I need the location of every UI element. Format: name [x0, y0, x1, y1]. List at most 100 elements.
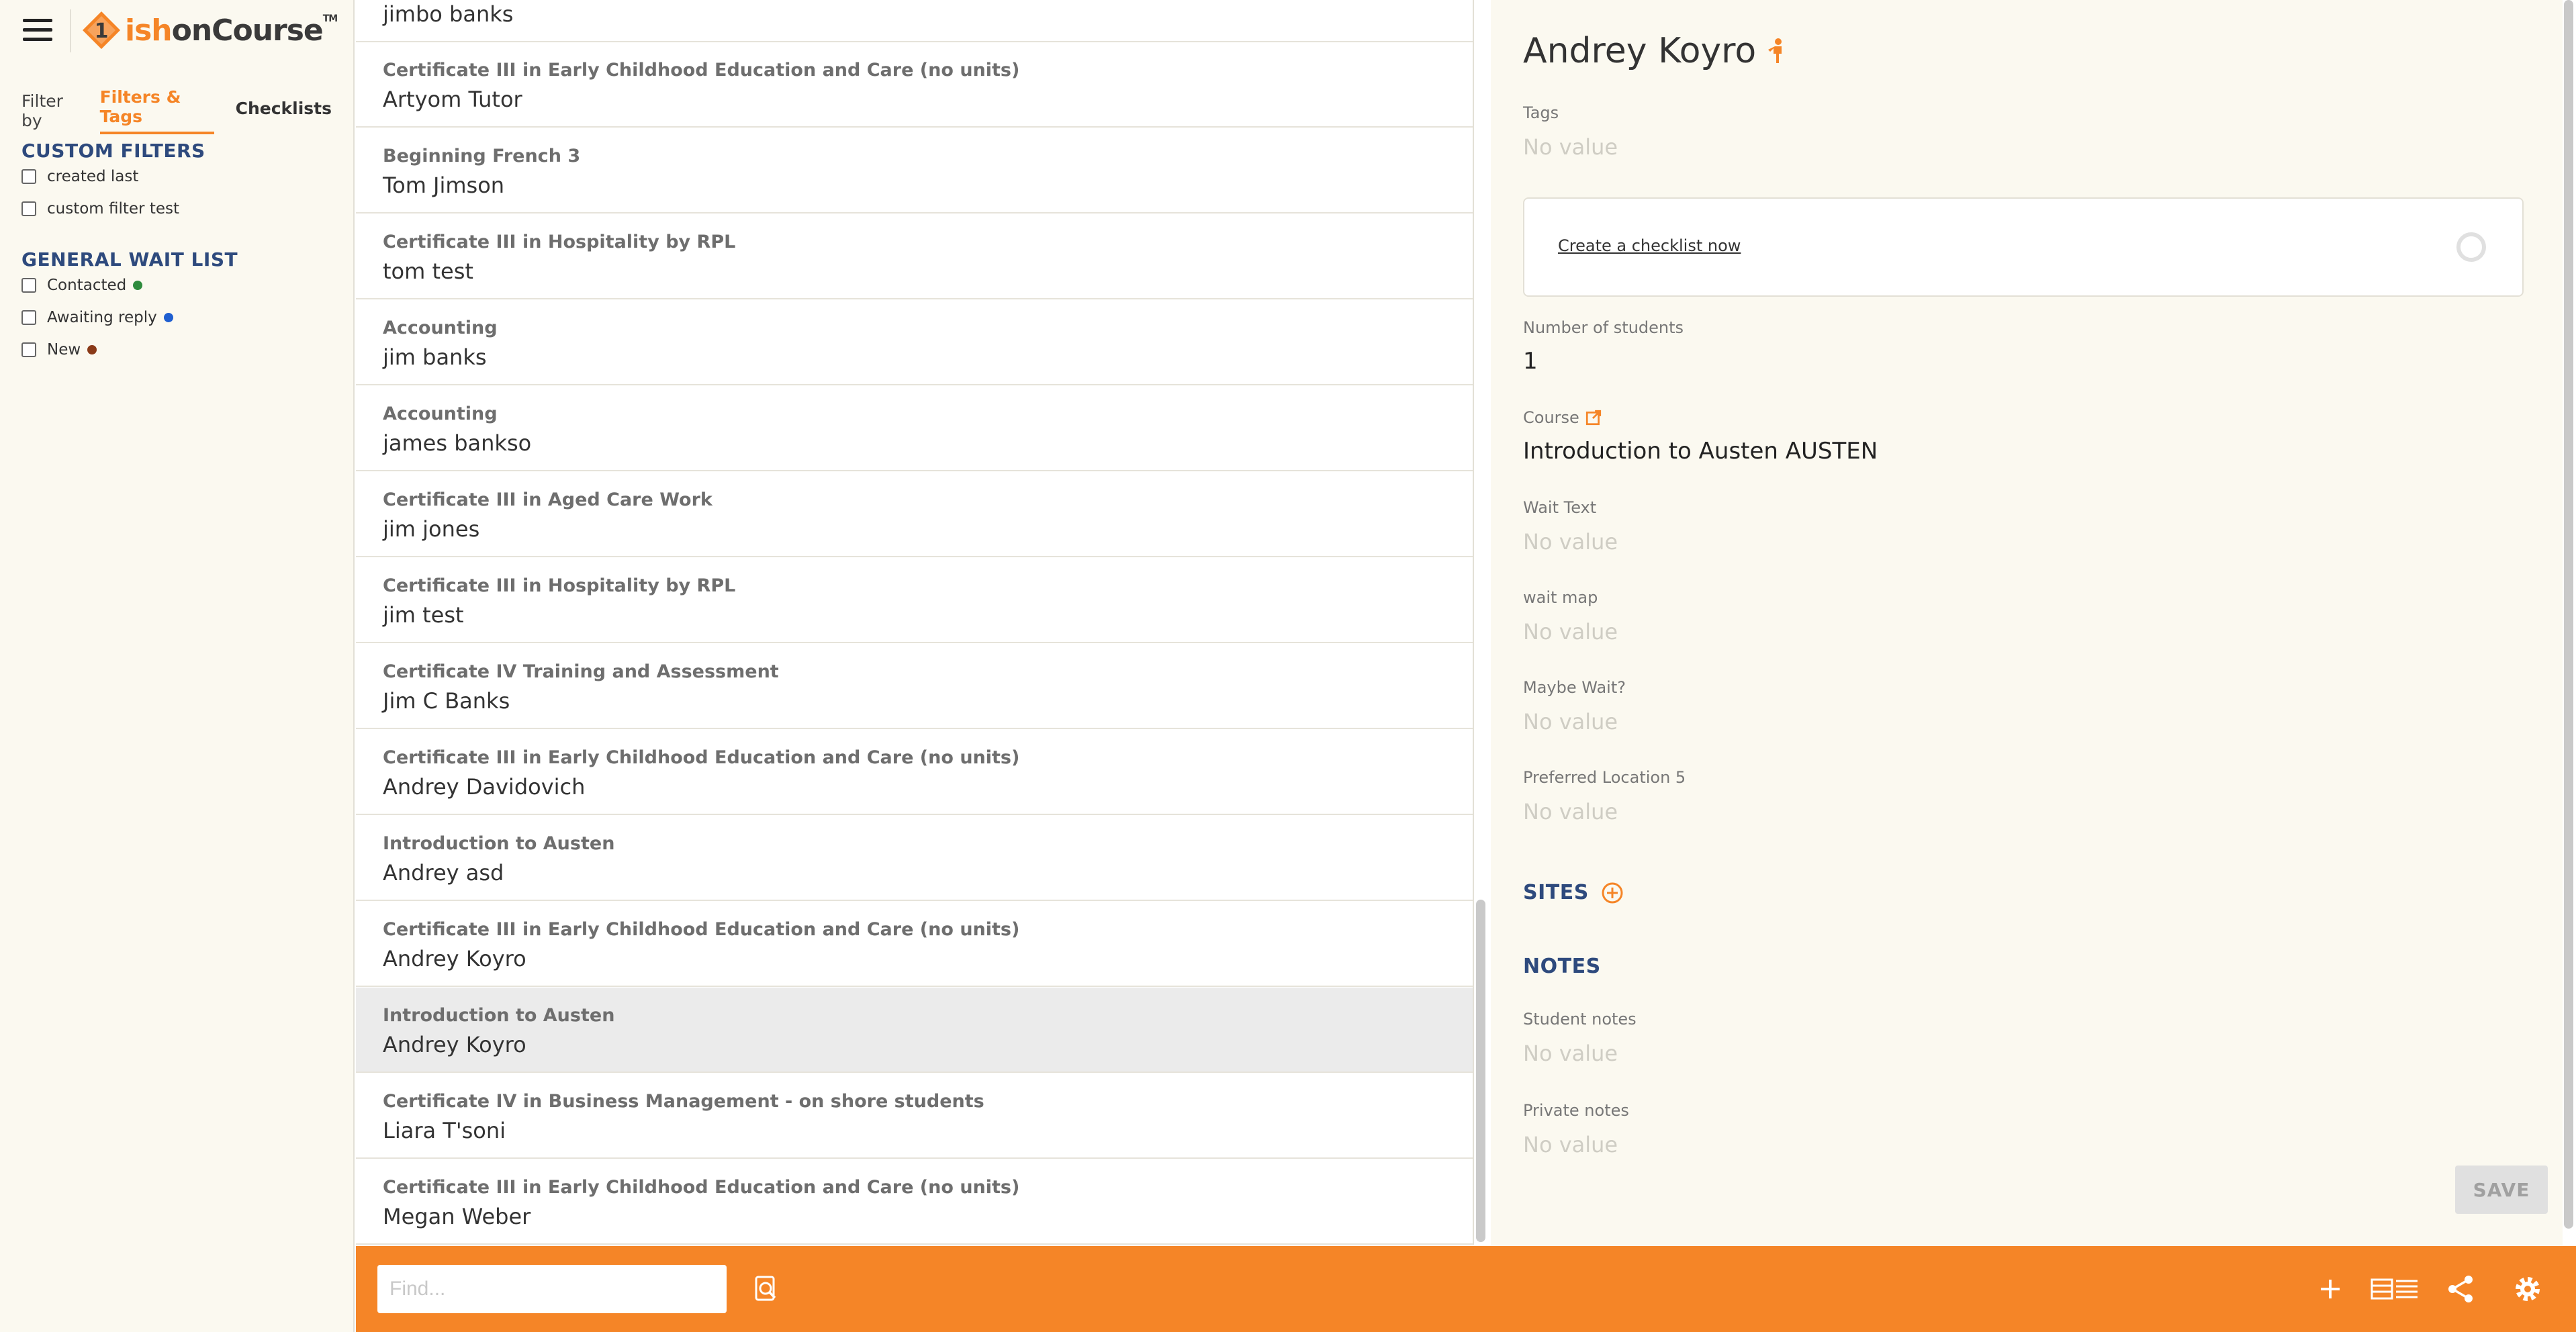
wait-list: jimbo banks Certificate III in Early Chi… — [356, 0, 1474, 1245]
sites-heading: SITES — [1523, 881, 1589, 904]
search-input[interactable] — [377, 1265, 727, 1313]
tag-contacted[interactable]: Contacted — [21, 277, 143, 294]
list-item-course: Certificate III in Hospitality by RPL — [383, 232, 736, 252]
list-item[interactable]: Certificate IV Training and Assessment Ji… — [356, 644, 1473, 729]
list-item[interactable]: Certificate III in Early Childhood Educa… — [356, 730, 1473, 815]
hamburger-menu-icon[interactable] — [23, 19, 52, 43]
save-button[interactable]: SAVE — [2455, 1166, 2548, 1214]
list-item-course: Certificate III in Early Childhood Educa… — [383, 1177, 1020, 1198]
share-icon[interactable] — [2444, 1273, 2477, 1305]
list-item-course: Certificate III in Aged Care Work — [383, 489, 712, 510]
list-item-name: Andrey Koyro — [383, 946, 526, 971]
list-item-course: Certificate III in Early Childhood Educa… — [383, 60, 1020, 81]
checkbox[interactable] — [21, 278, 36, 293]
course-value[interactable]: Introduction to Austen AUSTEN — [1523, 438, 1878, 465]
detail-scrollbar[interactable] — [2564, 0, 2573, 1229]
person-link-icon[interactable] — [1765, 38, 1788, 64]
students-label: Number of students — [1523, 318, 1684, 337]
list-item[interactable]: Beginning French 3 Tom Jimson — [356, 128, 1473, 213]
add-site-icon[interactable] — [1601, 882, 1624, 904]
course-label: Course — [1523, 408, 1579, 427]
list-item[interactable]: Introduction to Austen Andrey Koyro — [356, 988, 1473, 1073]
list-scrollbar[interactable] — [1476, 900, 1485, 1242]
notes-heading: NOTES — [1523, 955, 1601, 978]
list-item-course: Certificate III in Early Childhood Educa… — [383, 747, 1020, 768]
sidebar: 1 ishonCourseTM Filter by Filters & Tags… — [0, 0, 355, 1332]
list-item[interactable]: Accounting james bankso — [356, 386, 1473, 471]
tag-color-dot — [87, 345, 97, 354]
private-notes-value[interactable]: No value — [1523, 1132, 1618, 1157]
view-toggle-icon[interactable] — [2369, 1273, 2420, 1305]
wait-text-value[interactable]: No value — [1523, 529, 1618, 555]
record-title-text: Andrey Koyro — [1523, 31, 1757, 71]
list-item[interactable]: Certificate III in Early Childhood Educa… — [356, 1159, 1473, 1245]
student-notes-value[interactable]: No value — [1523, 1041, 1618, 1066]
tags-value[interactable]: No value — [1523, 134, 1618, 160]
list-item-course: Introduction to Austen — [383, 833, 615, 854]
private-notes-label: Private notes — [1523, 1101, 1629, 1120]
filter-by-label: Filter by — [21, 91, 63, 130]
create-checklist-link[interactable]: Create a checklist now — [1558, 236, 1741, 255]
checkbox[interactable] — [21, 201, 36, 216]
list-item-name: jim banks — [383, 344, 487, 370]
list-item[interactable]: Accounting jim banks — [356, 300, 1473, 385]
list-item-name: jim test — [383, 602, 464, 628]
plus-icon[interactable] — [2314, 1273, 2346, 1305]
list-item-name: Andrey Koyro — [383, 1032, 526, 1057]
list-item-course: Certificate IV Training and Assessment — [383, 661, 779, 682]
list-item[interactable]: Certificate IV in Business Management - … — [356, 1074, 1473, 1159]
filter-label: custom filter test — [47, 200, 179, 218]
maybe-wait-value[interactable]: No value — [1523, 709, 1618, 734]
list-item-name: jimbo banks — [383, 1, 514, 27]
custom-filters-heading: CUSTOM FILTERS — [21, 140, 205, 162]
list-item-course: Accounting — [383, 318, 498, 338]
list-item-course: Introduction to Austen — [383, 1005, 615, 1026]
list-item[interactable]: Certificate III in Aged Care Work jim jon… — [356, 472, 1473, 557]
list-item-course: Certificate III in Hospitality by RPL — [383, 575, 736, 596]
list-item[interactable]: Certificate III in Hospitality by RPL tom… — [356, 214, 1473, 299]
wait-text-label: Wait Text — [1523, 498, 1597, 517]
filter-created-last[interactable]: created last — [21, 168, 138, 185]
tab-filters-tags[interactable]: Filters & Tags — [99, 87, 214, 134]
checkbox[interactable] — [21, 310, 36, 325]
list-item-name: james bankso — [383, 430, 532, 456]
list-item[interactable]: Introduction to Austen Andrey asd — [356, 816, 1473, 901]
app-logo[interactable]: 1 ishonCourseTM — [81, 9, 338, 51]
filter-custom-filter-test[interactable]: custom filter test — [21, 200, 179, 218]
tags-label: Tags — [1523, 103, 1559, 122]
students-value[interactable]: 1 — [1523, 348, 1538, 375]
list-item-name: tom test — [383, 258, 473, 284]
tab-checklists[interactable]: Checklists — [236, 99, 332, 124]
filter-by-bar: Filter by Filters & Tags Checklists — [21, 87, 353, 134]
tag-new[interactable]: New — [21, 341, 97, 359]
list-item-course: Certificate III in Early Childhood Educa… — [383, 919, 1020, 940]
wait-map-label: wait map — [1523, 588, 1598, 607]
tag-color-dot — [133, 281, 143, 290]
list-item-name: Megan Weber — [383, 1204, 531, 1229]
checkbox[interactable] — [21, 169, 36, 184]
list-item[interactable]: Certificate III in Hospitality by RPL jim… — [356, 558, 1473, 643]
list-item[interactable]: Certificate III in Early Childhood Educa… — [356, 42, 1473, 128]
tag-awaiting-reply[interactable]: Awaiting reply — [21, 309, 173, 326]
divider — [70, 9, 71, 52]
maybe-wait-label: Maybe Wait? — [1523, 678, 1626, 697]
checklist-card: Create a checklist now — [1523, 197, 2524, 297]
search-advanced-icon[interactable] — [752, 1274, 782, 1304]
list-item-name: Jim C Banks — [383, 688, 510, 714]
record-title: Andrey Koyro — [1523, 31, 1788, 71]
gear-icon[interactable] — [2512, 1273, 2544, 1305]
tag-label: Awaiting reply — [47, 309, 157, 326]
logo-icon: 1 — [83, 11, 120, 49]
filter-label: created last — [47, 168, 139, 185]
checkbox[interactable] — [21, 342, 36, 357]
student-notes-label: Student notes — [1523, 1010, 1637, 1029]
open-link-icon[interactable] — [1585, 409, 1602, 426]
svg-text:1: 1 — [95, 19, 109, 43]
list-item-name: Tom Jimson — [383, 173, 505, 198]
preferred-location-value[interactable]: No value — [1523, 799, 1618, 824]
logo-wordmark: ishonCourseTM — [125, 13, 338, 48]
list-item[interactable]: jimbo banks — [356, 0, 1473, 42]
list-item[interactable]: Certificate III in Early Childhood Educa… — [356, 902, 1473, 987]
list-item-course: Beginning French 3 — [383, 146, 581, 166]
wait-map-value[interactable]: No value — [1523, 619, 1618, 645]
